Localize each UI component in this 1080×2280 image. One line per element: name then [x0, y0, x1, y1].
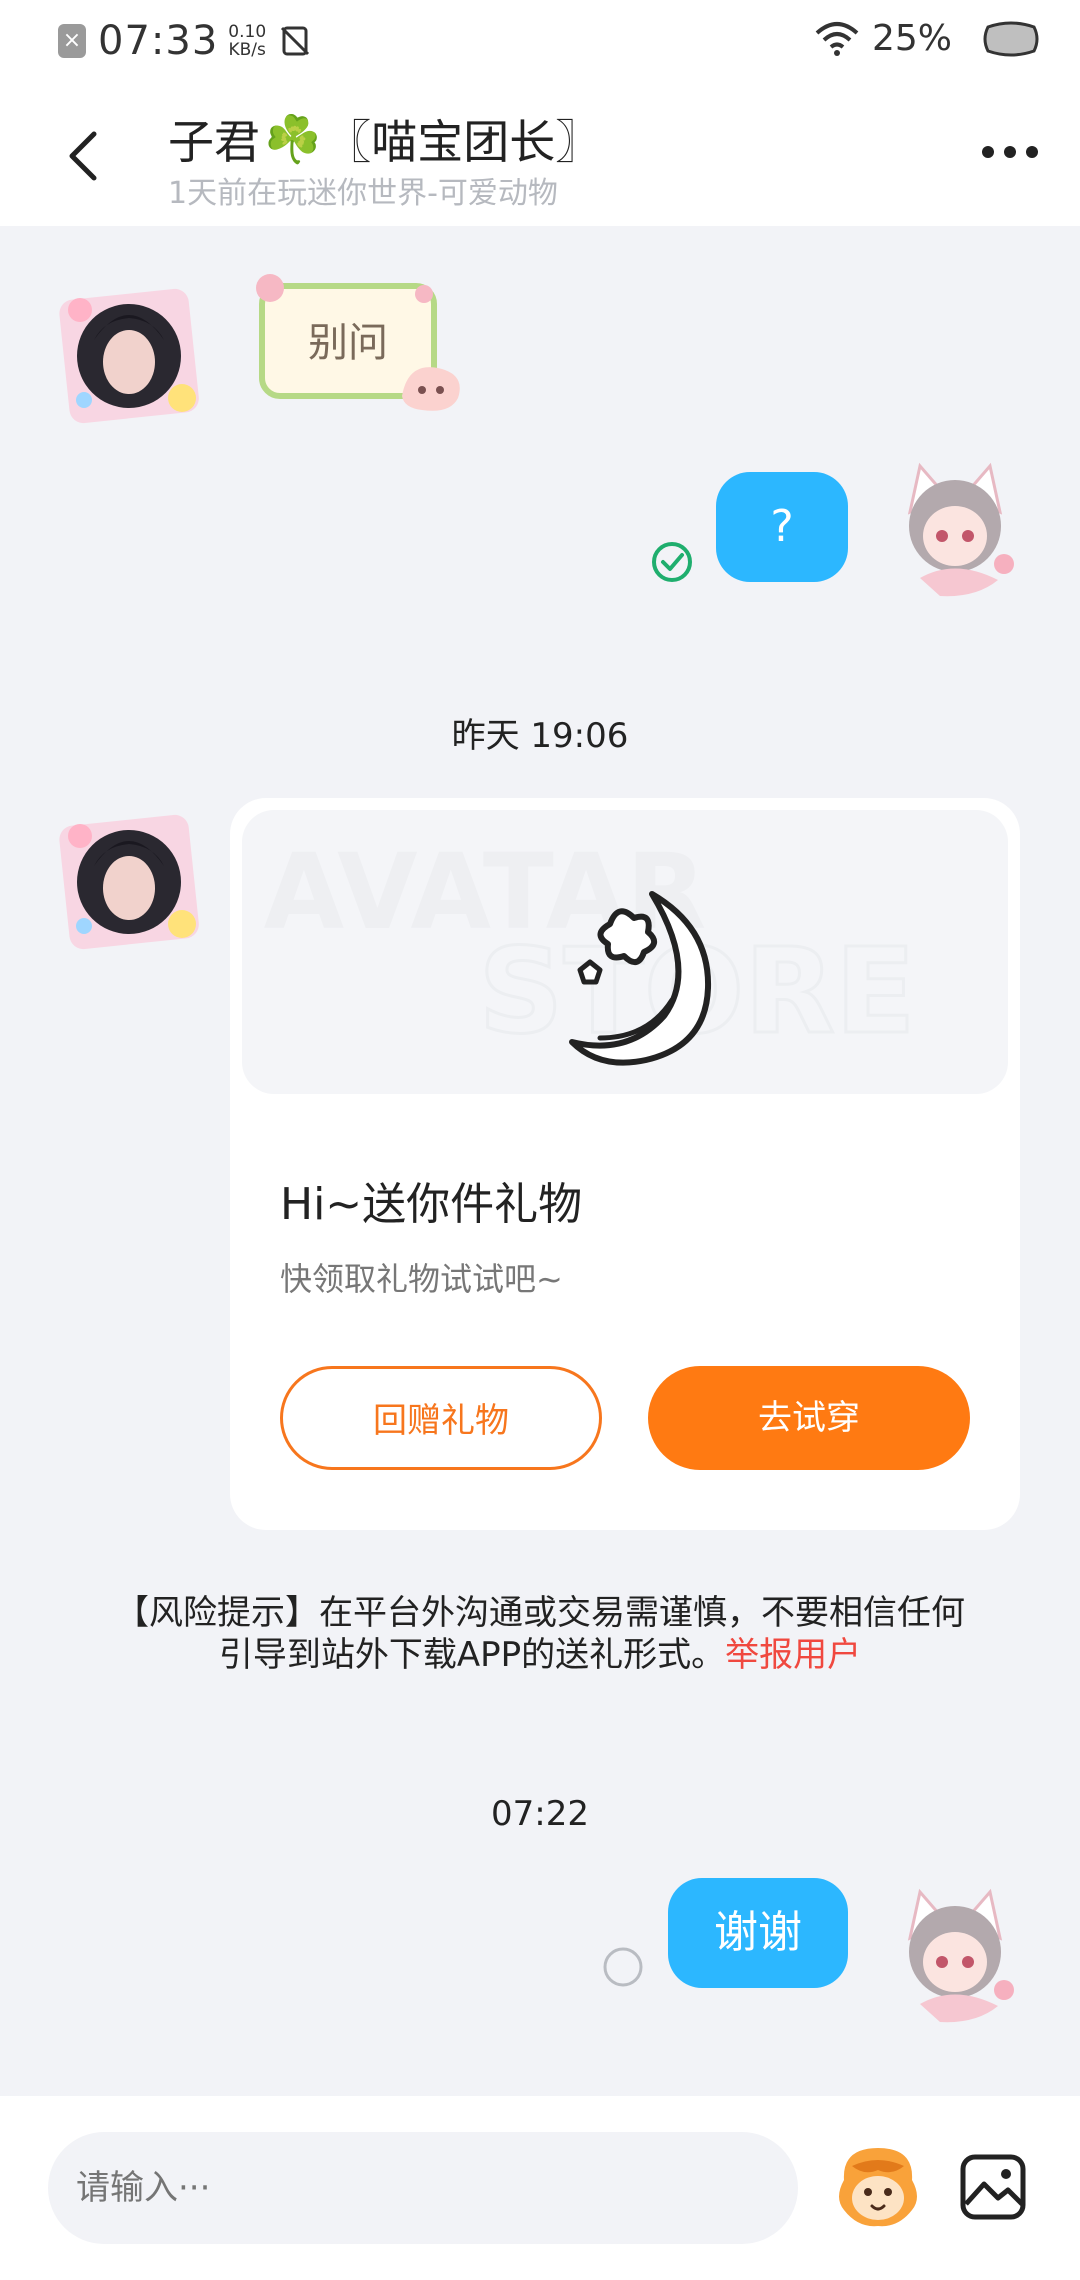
- message-input-bar: [0, 2096, 1080, 2280]
- read-check-icon: [652, 542, 692, 582]
- network-speed: 0.10 KB/s: [228, 23, 266, 59]
- status-left: × 07:33 0.10 KB/s: [58, 18, 312, 64]
- chat-header: 子君 ☘️ 〖喵宝团长〗 1天前在玩迷你世界-可爱动物: [0, 86, 1080, 226]
- outgoing-message-bubble[interactable]: 谢谢: [668, 1878, 848, 1988]
- status-bar: × 07:33 0.10 KB/s 25%: [0, 0, 1080, 86]
- wifi-icon: [815, 21, 859, 56]
- unread-circle-icon: [603, 1947, 643, 1987]
- battery-icon: [983, 21, 1039, 56]
- message-input[interactable]: [48, 2132, 798, 2244]
- gift-card-subtitle: 快领取礼物试试吧~: [280, 1260, 563, 1298]
- gift-card-title: Hi~送你件礼物: [280, 1179, 583, 1230]
- clock: 07:33: [98, 18, 219, 64]
- contact-avatar[interactable]: [54, 280, 204, 430]
- timestamp: 昨天 19:06: [451, 716, 629, 756]
- my-avatar[interactable]: [880, 1878, 1030, 2028]
- bie-wen-sticker[interactable]: 别问: [252, 264, 472, 414]
- more-options-icon[interactable]: [980, 140, 1040, 164]
- clover-emoji: ☘️: [264, 111, 322, 166]
- chat-area: 别问 ? 昨天 19:06 AVATAR STORE: [0, 226, 1080, 2096]
- contact-name: 子君: [168, 115, 260, 169]
- gift-card[interactable]: AVATAR STORE Hi~送你件礼物 快领取礼物试试吧~ 回赠礼物 去试穿: [230, 798, 1020, 1530]
- my-avatar[interactable]: [880, 452, 1030, 602]
- outgoing-message-bubble[interactable]: ?: [716, 472, 848, 582]
- no-sim-icon: [281, 26, 310, 56]
- report-user-link[interactable]: 举报用户: [725, 1635, 861, 1675]
- return-gift-button[interactable]: 回赠礼物: [280, 1366, 602, 1470]
- sticker-text: 别问: [308, 320, 388, 366]
- network-speed-value: 0.10: [228, 22, 267, 42]
- back-arrow-icon[interactable]: [60, 126, 110, 186]
- contact-group-tag: 〖喵宝团长〗: [325, 115, 602, 169]
- contact-avatar[interactable]: [54, 806, 204, 956]
- moon-star-icon: [569, 891, 712, 1066]
- network-speed-unit: KB/s: [228, 40, 266, 60]
- image-icon[interactable]: [958, 2152, 1028, 2222]
- risk-notice: 【风险提示】在平台外沟通或交易需谨慎，不要相信任何引导到站外下载APP的送礼形式…: [110, 1592, 970, 1676]
- timestamp: 07:22: [491, 1794, 589, 1834]
- try-on-button[interactable]: 去试穿: [648, 1366, 970, 1470]
- notification-icon: ×: [58, 24, 86, 58]
- gift-card-image: AVATAR STORE: [242, 810, 1008, 1094]
- status-right: 25%: [814, 18, 1040, 59]
- emoji-icon[interactable]: [832, 2140, 924, 2232]
- chat-title: 子君 ☘️ 〖喵宝团长〗: [168, 106, 601, 172]
- contact-status: 1天前在玩迷你世界-可爱动物: [168, 176, 558, 211]
- battery-percent: 25%: [871, 18, 952, 59]
